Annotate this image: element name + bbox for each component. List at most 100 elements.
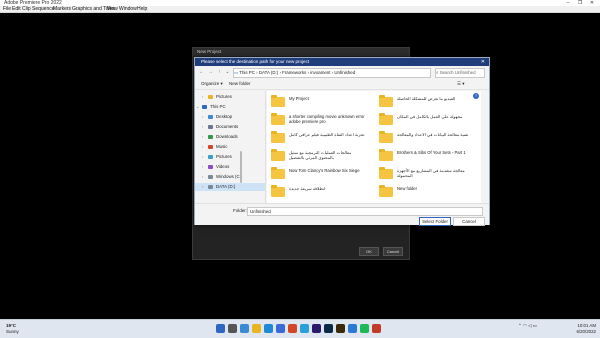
forward-icon[interactable]: → <box>207 69 214 76</box>
battery-icon[interactable]: ▭ <box>533 323 537 328</box>
folder-item[interactable]: تجربة اعداد الفتاة الطبيبية فيلم عراقي ك… <box>269 131 369 149</box>
sidebar-item[interactable]: › DATA (D:) <box>195 183 265 191</box>
sidebar-item[interactable]: › Documents <box>195 123 265 131</box>
folder-icon <box>379 113 393 125</box>
sidebar-item[interactable]: › Downloads <box>195 133 265 141</box>
sidebar-item-label: Pictures <box>216 154 232 159</box>
folder-item[interactable]: معالجات العمليات البرمجية مع تمثيل بالمح… <box>269 149 369 167</box>
recent-chevron-icon[interactable]: ⌄ <box>224 69 231 76</box>
folder-icon <box>271 113 285 125</box>
store-icon[interactable] <box>276 324 285 333</box>
folder-name: تجربة اعداد الفتاة الطبيبية فيلم عراقي ك… <box>289 132 365 137</box>
expand-chevron-icon[interactable]: › <box>202 183 203 191</box>
breadcrumb-unfinished[interactable]: Unfinished <box>334 70 355 75</box>
folder-item[interactable]: Brothers & Sibs Of Your Sets - Part 1 <box>377 149 477 167</box>
illustrator-icon[interactable] <box>336 324 345 333</box>
select-folder-button[interactable]: Select Folder <box>419 217 451 226</box>
sidebar-item[interactable]: › Desktop <box>195 113 265 121</box>
breadcrumb-this-pc[interactable]: This PC <box>239 70 255 75</box>
premiere-icon[interactable] <box>312 324 321 333</box>
expand-chevron-icon[interactable]: › <box>202 123 203 131</box>
widgets-icon[interactable] <box>240 324 249 333</box>
ok-button[interactable]: OK <box>359 247 379 256</box>
folder-icon <box>379 95 393 107</box>
sidebar-item[interactable]: › Pictures <box>195 153 265 161</box>
new-project-cancel-button[interactable]: Cancel <box>383 247 403 256</box>
chrome-icon[interactable] <box>288 324 297 333</box>
folder-item[interactable]: انطلاقة سريعة جديدة <box>269 185 369 203</box>
drive-icon <box>208 175 213 179</box>
taskbar: 19°C Sunny ⌃ ◠ ◁ ▭ 10:01 AM 6/20/2022 <box>0 319 600 338</box>
expand-chevron-icon[interactable]: › <box>202 173 203 181</box>
folder-item[interactable]: تقنية معالجة البيانات في الاعداد والمعال… <box>377 131 477 149</box>
cancel-button[interactable]: Cancel <box>453 217 485 226</box>
menu-sequence[interactable]: Sequence <box>32 6 55 12</box>
folder-picker-dialog: Please select the destination path for y… <box>194 57 490 226</box>
expand-chevron-icon[interactable]: › <box>202 133 203 141</box>
vscode-icon[interactable] <box>348 324 357 333</box>
breadcrumb-data-drive[interactable]: DATA (D:) <box>259 70 278 75</box>
sidebar-item[interactable]: › Pictures <box>195 93 265 101</box>
menu-view[interactable]: View <box>107 6 118 12</box>
menu-clip[interactable]: Clip <box>22 6 31 12</box>
pc-icon <box>202 105 207 109</box>
expand-chevron-icon[interactable]: › <box>202 113 203 121</box>
folder-item[interactable]: New folder <box>377 185 477 203</box>
organize-button[interactable]: Organize ▾ <box>201 81 223 87</box>
folder-name: a shorter compiling movie unknown error … <box>289 114 365 124</box>
folder-icon <box>379 149 393 161</box>
folder-field[interactable]: Unfinished <box>247 207 483 216</box>
photoshop-icon[interactable] <box>324 324 333 333</box>
folder-item[interactable]: مجهولة على العمل بالكامل في المكان <box>377 113 477 131</box>
view-options-icon[interactable]: ☰ ▾ <box>457 81 465 87</box>
close-icon[interactable]: ✕ <box>481 58 485 66</box>
back-icon[interactable]: ← <box>198 69 205 76</box>
expand-chevron-icon[interactable]: ⌄ <box>196 103 199 111</box>
menu-help[interactable]: Help <box>137 6 147 12</box>
folder-item[interactable]: My Project <box>269 95 369 113</box>
sidebar-item-label: DATA (D:) <box>216 184 236 189</box>
menu-window[interactable]: Window <box>119 6 137 12</box>
expand-chevron-icon[interactable]: › <box>202 93 203 101</box>
expand-chevron-icon[interactable]: › <box>202 153 203 161</box>
weather-widget[interactable]: 19°C Sunny <box>6 323 19 335</box>
telegram-icon[interactable] <box>300 324 309 333</box>
new-folder-button[interactable]: New folder <box>229 81 251 87</box>
folder-item[interactable]: الفيديو ما تعرض للمشكلة الحاصلة <box>377 95 477 113</box>
breadcrumb-frameworks[interactable]: Frameworks <box>282 70 306 75</box>
sidebar-item[interactable]: › Videos <box>195 163 265 171</box>
sidebar-scrollbar[interactable] <box>240 151 242 183</box>
folder-picker-titlebar: Please select the destination path for y… <box>195 58 489 66</box>
music-icon <box>208 145 213 149</box>
sidebar-item[interactable]: › Windows (C:) <box>195 173 265 181</box>
folder-icon <box>271 95 285 107</box>
start-icon[interactable] <box>216 324 225 333</box>
folder-item[interactable]: معالجة متقدمة في المشاريع مع الأجهزة الم… <box>377 167 477 185</box>
sidebar-item[interactable]: ⌄ This PC <box>195 103 265 111</box>
address-bar[interactable]: ▭ This PC › DATA (D:) › Frameworks › inv… <box>233 68 431 78</box>
media-icon[interactable] <box>372 324 381 333</box>
menu-file[interactable]: File <box>3 6 11 12</box>
edge-icon[interactable] <box>264 324 273 333</box>
menu-edit[interactable]: Edit <box>12 6 21 12</box>
spotify-icon[interactable] <box>360 324 369 333</box>
up-icon[interactable]: ↑ <box>216 69 223 76</box>
folder-list: ? My Project a shorter compiling movie un… <box>267 91 481 203</box>
file-explorer-icon[interactable] <box>252 324 261 333</box>
expand-chevron-icon[interactable]: › <box>202 143 203 151</box>
expand-chevron-icon[interactable]: › <box>202 163 203 171</box>
sidebar-item[interactable]: › Music <box>195 143 265 151</box>
folder-item[interactable]: Now Tom Clancy's Rainbow Six Siege <box>269 167 369 185</box>
wifi-icon[interactable]: ◠ <box>523 323 527 328</box>
navigation-pane: › Pictures ⌄ This PC › Desktop › Documents › Down… <box>195 91 266 203</box>
volume-icon[interactable]: ◁ <box>528 323 531 328</box>
menu-markers[interactable]: Markers <box>53 6 71 12</box>
clock[interactable]: 10:01 AM 6/20/2022 <box>566 323 596 335</box>
breadcrumb-invoament[interactable]: invoament <box>310 70 330 75</box>
search-input[interactable]: ⌕ Search Unfinished <box>435 68 485 78</box>
chevron-up-icon[interactable]: ⌃ <box>518 323 522 328</box>
folder-item[interactable]: a shorter compiling movie unknown error … <box>269 113 369 131</box>
search-icon[interactable] <box>228 324 237 333</box>
sidebar-item-label: Music <box>216 144 228 149</box>
folder-toolbar: Organize ▾ New folder ☰ ▾ <box>195 79 489 90</box>
